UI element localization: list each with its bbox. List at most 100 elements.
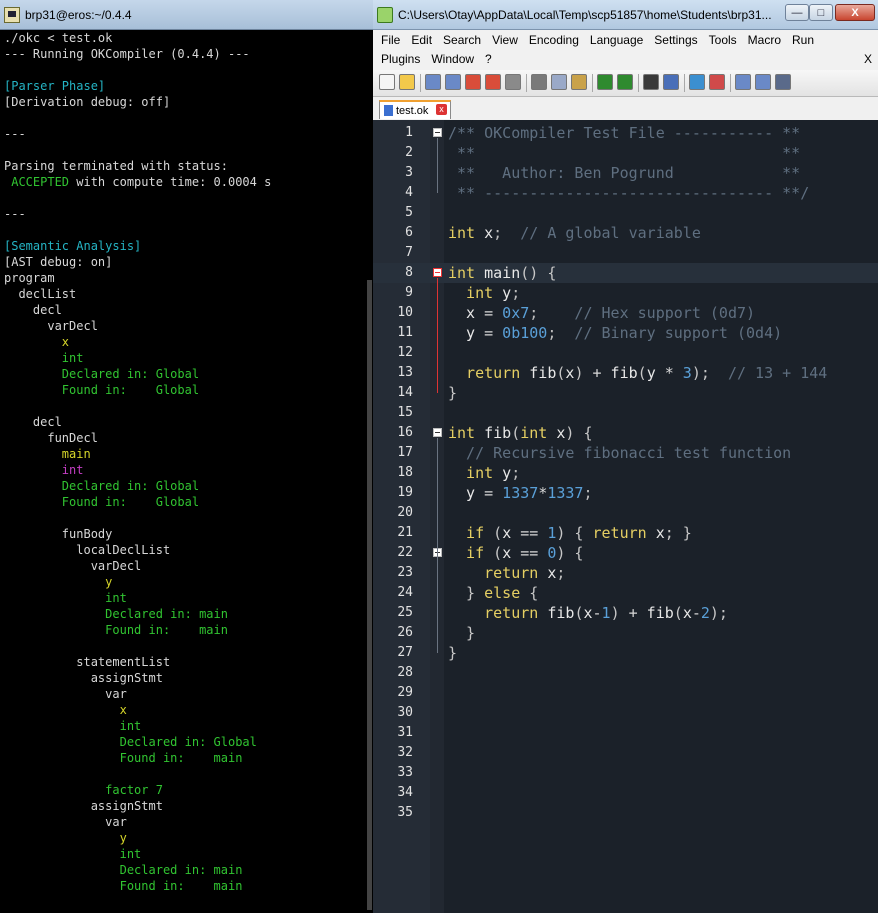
code-line[interactable]: 13 return fib(x) + fib(y * 3); // 13 + 1… [373, 363, 878, 383]
code-token: ; } [664, 524, 692, 542]
menu-edit[interactable]: Edit [411, 33, 432, 52]
menu-encoding[interactable]: Encoding [529, 33, 579, 52]
code-token: y [493, 284, 512, 302]
terminal-text: [AST debug: on] [4, 255, 113, 269]
code-token: y [448, 484, 485, 502]
word-wrap-icon[interactable] [775, 74, 791, 90]
code-line[interactable]: 18 int y; [373, 463, 878, 483]
close-icon[interactable] [465, 74, 481, 90]
menu-view[interactable]: View [492, 33, 518, 52]
code-token: ( [511, 424, 521, 442]
code-line[interactable]: 9 int y; [373, 283, 878, 303]
menu-file[interactable]: File [381, 33, 400, 52]
menu-language[interactable]: Language [590, 33, 643, 52]
print-icon[interactable] [505, 74, 521, 90]
sync-vertical-icon[interactable] [735, 74, 751, 90]
code-line[interactable]: 7 [373, 243, 878, 263]
terminal-text: main [4, 447, 91, 461]
find-icon[interactable] [643, 74, 659, 90]
code-line[interactable]: 4 ** -------------------------------- **… [373, 183, 878, 203]
menu-run[interactable]: Run [792, 33, 814, 52]
code-text: int y; [448, 463, 520, 483]
save-icon[interactable] [425, 74, 441, 90]
fold-toggle-icon[interactable] [433, 268, 442, 277]
zoom-in-icon[interactable] [689, 74, 705, 90]
sync-horizontal-icon[interactable] [755, 74, 771, 90]
terminal-line: varDecl [4, 318, 370, 334]
code-line[interactable]: 24 } else { [373, 583, 878, 603]
zoom-out-icon[interactable] [709, 74, 725, 90]
code-line[interactable]: 8 int main() { [373, 263, 878, 283]
menu-help[interactable]: ? [485, 52, 492, 71]
code-line[interactable]: 3 ** Author: Ben Pogrund ** [373, 163, 878, 183]
minimize-button[interactable]: — [785, 4, 809, 21]
code-line[interactable]: 23 return x; [373, 563, 878, 583]
copy-icon[interactable] [551, 74, 567, 90]
line-number: 4 [405, 185, 413, 200]
code-area[interactable]: 1 /** OKCompiler Test File ----------- **… [373, 123, 878, 823]
code-line[interactable]: 22 if (x == 0) { [373, 543, 878, 563]
menu-macro[interactable]: Macro [748, 33, 781, 52]
code-line[interactable]: 25 return fib(x-1) + fib(x-2); [373, 603, 878, 623]
code-line[interactable]: 1 /** OKCompiler Test File ----------- ** [373, 123, 878, 143]
menu-plugins[interactable]: Plugins [381, 52, 420, 71]
terminal-scroll-thumb[interactable] [367, 280, 372, 910]
code-line[interactable]: 21 if (x == 1) { return x; } [373, 523, 878, 543]
code-line[interactable]: 35 [373, 803, 878, 823]
terminal-scrollbar[interactable] [366, 30, 373, 913]
code-token: 2 [700, 604, 710, 622]
open-file-icon[interactable] [399, 74, 415, 90]
menu-window[interactable]: Window [431, 52, 474, 71]
code-line[interactable]: 28 [373, 663, 878, 683]
terminal-text: with compute time: 0.0004 s [69, 175, 272, 189]
line-number: 9 [405, 285, 413, 300]
replace-icon[interactable] [663, 74, 679, 90]
code-line[interactable]: 16 int fib(int x) { [373, 423, 878, 443]
redo-icon[interactable] [617, 74, 633, 90]
code-line[interactable]: 2 ** ** [373, 143, 878, 163]
fold-toggle-icon[interactable] [433, 428, 442, 437]
new-file-icon[interactable] [379, 74, 395, 90]
terminal-output[interactable]: ./okc < test.ok --- Running OKCompiler (0… [0, 30, 370, 913]
cut-icon[interactable] [531, 74, 547, 90]
code-line[interactable]: 11 y = 0b100; // Binary support (0d4) [373, 323, 878, 343]
code-line[interactable]: 26 } [373, 623, 878, 643]
code-line[interactable]: 31 [373, 723, 878, 743]
close-window-button[interactable]: X [835, 4, 875, 21]
code-line[interactable]: 30 [373, 703, 878, 723]
undo-icon[interactable] [597, 74, 613, 90]
terminal-title-bar[interactable]: brp31@eros:~/0.4.4 [0, 0, 373, 30]
code-token: ); [709, 604, 728, 622]
code-token: == [520, 544, 539, 562]
tab-test-ok[interactable]: test.ok x [379, 100, 451, 119]
code-editor[interactable]: 1 /** OKCompiler Test File ----------- **… [373, 120, 878, 913]
code-token: return [448, 564, 539, 582]
code-line[interactable]: 27} [373, 643, 878, 663]
code-line[interactable]: 14} [373, 383, 878, 403]
code-line[interactable]: 5 [373, 203, 878, 223]
close-document-button[interactable]: X [864, 52, 872, 66]
code-line[interactable]: 34 [373, 783, 878, 803]
save-all-icon[interactable] [445, 74, 461, 90]
tab-close-icon[interactable]: x [436, 104, 447, 115]
code-line[interactable]: 33 [373, 763, 878, 783]
paste-icon[interactable] [571, 74, 587, 90]
code-line[interactable]: 19 y = 1337*1337; [373, 483, 878, 503]
code-line[interactable]: 10 x = 0x7; // Hex support (0d7) [373, 303, 878, 323]
code-line[interactable]: 12 [373, 343, 878, 363]
code-line[interactable]: 15 [373, 403, 878, 423]
code-line[interactable]: 17 // Recursive fibonacci test function [373, 443, 878, 463]
line-number: 13 [397, 365, 413, 380]
code-line[interactable]: 20 [373, 503, 878, 523]
menu-tools[interactable]: Tools [709, 33, 737, 52]
maximize-button[interactable]: □ [809, 4, 833, 21]
menu-settings[interactable]: Settings [654, 33, 697, 52]
close-all-icon[interactable] [485, 74, 501, 90]
code-line[interactable]: 32 [373, 743, 878, 763]
notepad-title: C:\Users\Otay\AppData\Local\Temp\scp5185… [398, 7, 772, 22]
menu-search[interactable]: Search [443, 33, 481, 52]
code-line[interactable]: 6 int x; // A global variable [373, 223, 878, 243]
fold-guide [437, 558, 438, 633]
fold-toggle-icon[interactable] [433, 128, 442, 137]
code-line[interactable]: 29 [373, 683, 878, 703]
